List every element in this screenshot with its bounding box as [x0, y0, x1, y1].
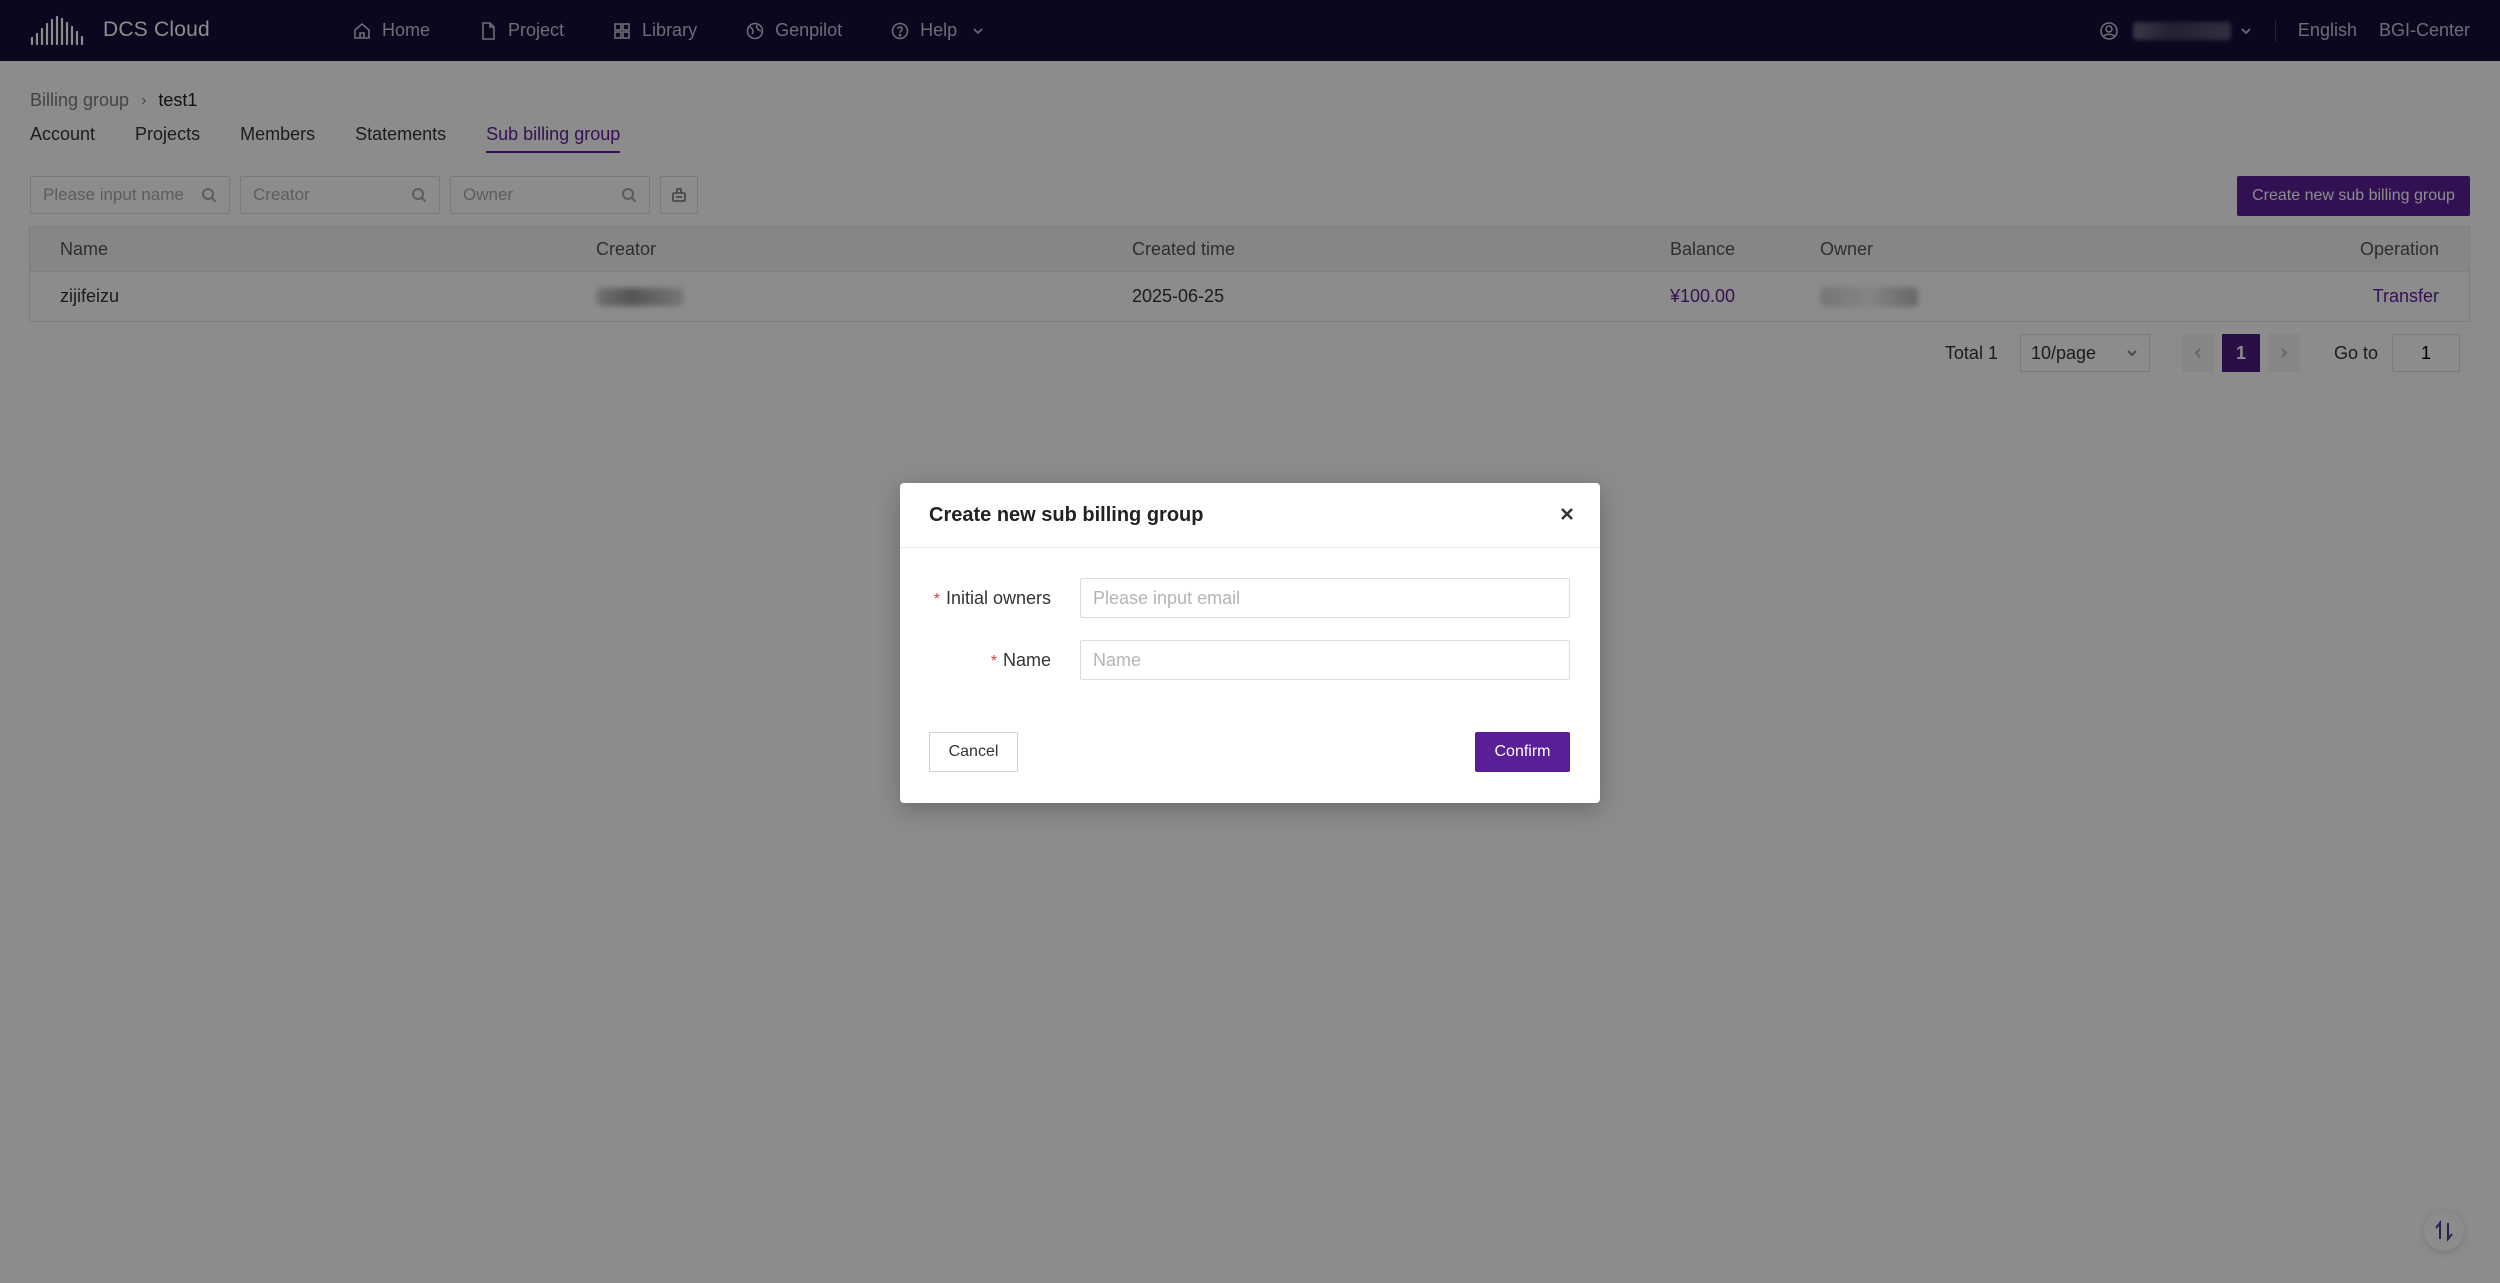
- create-sub-billing-group-dialog: Create new sub billing group * Initial ow…: [900, 483, 1600, 803]
- cancel-button[interactable]: Cancel: [929, 732, 1018, 772]
- initial-owners-row: * Initial owners: [900, 578, 1600, 618]
- name-label-text: Name: [1002, 649, 1051, 670]
- initial-owners-label-text: Initial owners: [945, 587, 1051, 608]
- dialog-title: Create new sub billing group: [929, 503, 1204, 526]
- name-input[interactable]: [1080, 640, 1570, 680]
- name-label: * Name: [900, 650, 1051, 671]
- close-icon: [1561, 508, 1573, 520]
- required-marker: *: [990, 652, 997, 670]
- name-row: * Name: [900, 640, 1600, 680]
- dialog-header: Create new sub billing group: [900, 483, 1600, 548]
- initial-owners-label: * Initial owners: [900, 588, 1051, 609]
- initial-owners-input[interactable]: [1080, 578, 1570, 618]
- confirm-button[interactable]: Confirm: [1475, 732, 1570, 772]
- required-marker: *: [933, 590, 940, 608]
- close-button[interactable]: [1556, 503, 1578, 525]
